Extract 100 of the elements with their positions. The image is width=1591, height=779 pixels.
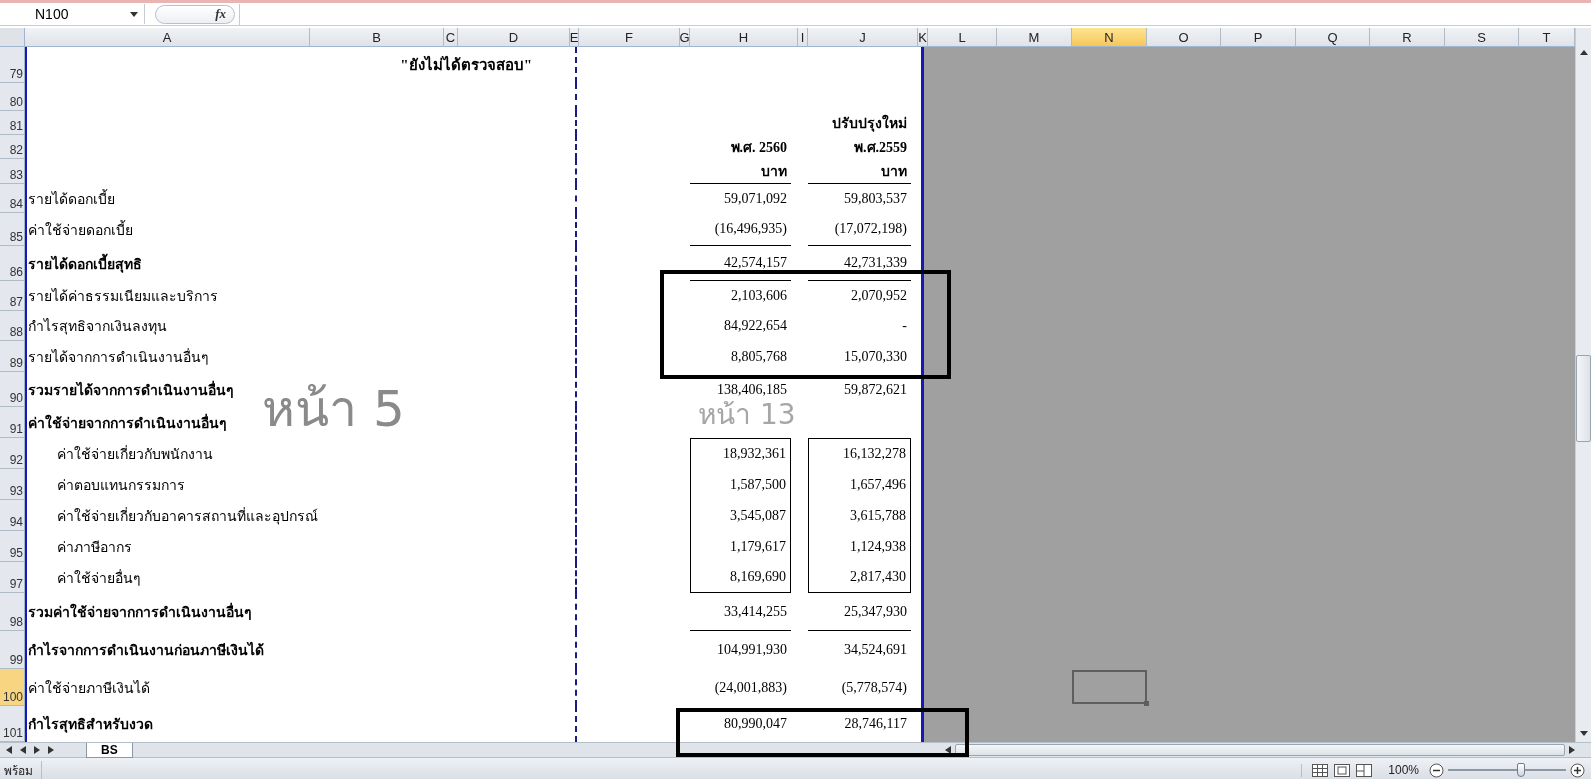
down-arrow-icon[interactable] bbox=[1579, 731, 1588, 736]
scroll-left-icon[interactable] bbox=[945, 746, 951, 754]
column-header[interactable]: B bbox=[310, 28, 444, 47]
column-header[interactable]: O bbox=[1147, 28, 1221, 47]
amount-cell-text: 84,922,654 bbox=[723, 317, 788, 335]
row-number[interactable]: 83 bbox=[0, 159, 25, 184]
row-number[interactable]: 99 bbox=[0, 631, 25, 669]
row-number[interactable]: 80 bbox=[0, 83, 25, 111]
row-label: ค่าใช้จ่ายจากการดำเนินงานอื่นๆ bbox=[27, 412, 228, 433]
amount-cell-text: 28,746,117 bbox=[843, 715, 908, 733]
amount-cell-text: 138,406,185 bbox=[716, 380, 788, 399]
amount-cell-text: 104,991,930 bbox=[716, 641, 788, 659]
amount-cell: 1,179,617 bbox=[690, 531, 791, 562]
row-label: ค่าใช้จ่ายภาษีเงินได้ bbox=[27, 679, 151, 698]
row-label: รายได้ค่าธรรมเนียมและบริการ bbox=[27, 287, 219, 306]
column-header[interactable]: A bbox=[25, 28, 310, 47]
row-number[interactable]: 97 bbox=[0, 562, 25, 593]
amount-cell-text: พ.ศ. 2560 bbox=[729, 139, 788, 157]
row-number[interactable]: 86 bbox=[0, 246, 25, 281]
amount-cell-text: 2,103,606 bbox=[730, 287, 788, 305]
insert-function-button[interactable]: fx bbox=[155, 4, 235, 24]
amount-cell: 42,574,157 bbox=[690, 246, 791, 281]
row-number[interactable]: 91 bbox=[0, 407, 25, 438]
row-number[interactable]: 81 bbox=[0, 111, 25, 135]
column-header[interactable]: M bbox=[997, 28, 1072, 47]
column-header[interactable]: J bbox=[808, 28, 918, 47]
amount-cell-text: 2,070,952 bbox=[850, 287, 908, 305]
unaudited-note: "ยังไม่ได้ตรวจสอบ" bbox=[399, 54, 533, 75]
name-box[interactable]: N100 bbox=[0, 4, 145, 24]
row-label: ค่าใช้จ่ายดอกเบี้ย bbox=[27, 219, 134, 240]
row-number[interactable]: 87 bbox=[0, 281, 25, 311]
selected-cell[interactable] bbox=[1072, 670, 1147, 704]
amount-cell-text: 80,990,047 bbox=[723, 715, 788, 733]
vertical-scrollbar[interactable] bbox=[1575, 28, 1591, 742]
amount-cell: 42,731,339 bbox=[808, 246, 911, 281]
zoom-level[interactable]: 100% bbox=[1388, 763, 1419, 777]
row-number[interactable]: 93 bbox=[0, 469, 25, 500]
amount-cell-text: ปรับปรุงใหม่ bbox=[831, 113, 908, 134]
zoom-thumb[interactable] bbox=[1517, 763, 1526, 777]
scroll-thumb[interactable] bbox=[1576, 355, 1591, 442]
amount-cell: 18,932,361 bbox=[690, 438, 791, 469]
column-header[interactable]: P bbox=[1221, 28, 1296, 47]
scroll-right-icon[interactable] bbox=[1569, 746, 1575, 754]
page-number-mark: หน้า 5 bbox=[262, 384, 405, 434]
row-label: รวมค่าใช้จ่ายจากการดำเนินงานอื่นๆ bbox=[25, 601, 570, 623]
row-label: กำไรจากการดำเนินงานก่อนภาษีเงินได้ bbox=[27, 641, 265, 660]
page-break-icon[interactable] bbox=[1356, 763, 1373, 777]
amount-cell-text: 59,071,092 bbox=[723, 189, 788, 208]
amount-cell: 8,169,690 bbox=[690, 562, 791, 593]
column-header[interactable]: R bbox=[1370, 28, 1445, 47]
first-sheet-icon[interactable] bbox=[6, 746, 12, 754]
amount-cell: 1,124,938 bbox=[808, 531, 911, 562]
column-header[interactable]: Q bbox=[1296, 28, 1370, 47]
amount-cell: 1,657,496 bbox=[808, 469, 911, 500]
column-header[interactable]: S bbox=[1445, 28, 1519, 47]
column-header[interactable]: D bbox=[458, 28, 570, 47]
row-number[interactable]: 90 bbox=[0, 372, 25, 407]
last-sheet-icon[interactable] bbox=[48, 746, 54, 754]
column-header[interactable]: T bbox=[1519, 28, 1575, 47]
row-number[interactable]: 84 bbox=[0, 184, 25, 213]
row-number[interactable]: 82 bbox=[0, 135, 25, 159]
row-label: รายได้ดอกเบี้ย bbox=[27, 188, 116, 209]
row-number[interactable]: 101 bbox=[0, 706, 25, 742]
amount-cell-text: 59,803,537 bbox=[843, 189, 908, 208]
amount-cell-text: 15,070,330 bbox=[843, 347, 908, 366]
amount-cell-text: (24,001,883) bbox=[713, 678, 788, 697]
row-number[interactable]: 94 bbox=[0, 500, 25, 531]
row-number[interactable]: 92 bbox=[0, 438, 25, 469]
row-number[interactable]: 100 bbox=[0, 669, 25, 706]
row-number[interactable]: 79 bbox=[0, 47, 25, 83]
column-header[interactable]: N bbox=[1072, 28, 1147, 47]
row-number[interactable]: 88 bbox=[0, 311, 25, 341]
column-header[interactable]: C bbox=[444, 28, 458, 47]
row-label: กำไรสุทธิจากเงินลงทุน bbox=[27, 317, 168, 337]
page-layout-icon[interactable] bbox=[1334, 763, 1351, 777]
row-number[interactable]: 85 bbox=[0, 213, 25, 246]
sheet-tab[interactable]: BS bbox=[86, 742, 133, 758]
caret-icon[interactable] bbox=[130, 11, 138, 17]
row-number[interactable]: 98 bbox=[0, 593, 25, 631]
zoom-in-icon[interactable] bbox=[1570, 762, 1585, 778]
amount-cell: 2,817,430 bbox=[808, 562, 911, 593]
column-header[interactable]: H bbox=[690, 28, 798, 47]
status-text: พร้อม bbox=[4, 760, 42, 779]
row-label: ค่าใช้จ่ายเกี่ยวกับพนักงาน bbox=[56, 444, 214, 464]
amount-cell: (16,496,935) bbox=[690, 213, 791, 246]
up-arrow-icon[interactable] bbox=[1579, 50, 1588, 55]
amount-cell: บาท bbox=[808, 159, 911, 184]
column-header[interactable]: F bbox=[579, 28, 680, 47]
row-label: กำไรสุทธิสำหรับงวด bbox=[27, 715, 154, 735]
row-number[interactable]: 89 bbox=[0, 341, 25, 372]
amount-cell-text: 8,805,768 bbox=[730, 347, 788, 366]
normal-view-icon[interactable] bbox=[1312, 763, 1329, 777]
row-label: ค่าตอบแทนกรรมการ bbox=[56, 476, 186, 495]
previous-sheet-icon[interactable] bbox=[20, 746, 26, 754]
row-number[interactable]: 95 bbox=[0, 531, 25, 562]
amount-cell: 16,132,278 bbox=[808, 438, 911, 469]
amount-cell-text: 59,872,621 bbox=[843, 380, 908, 399]
zoom-out-icon[interactable] bbox=[1429, 762, 1444, 778]
next-sheet-icon[interactable] bbox=[34, 746, 40, 754]
column-header[interactable]: L bbox=[928, 28, 997, 47]
